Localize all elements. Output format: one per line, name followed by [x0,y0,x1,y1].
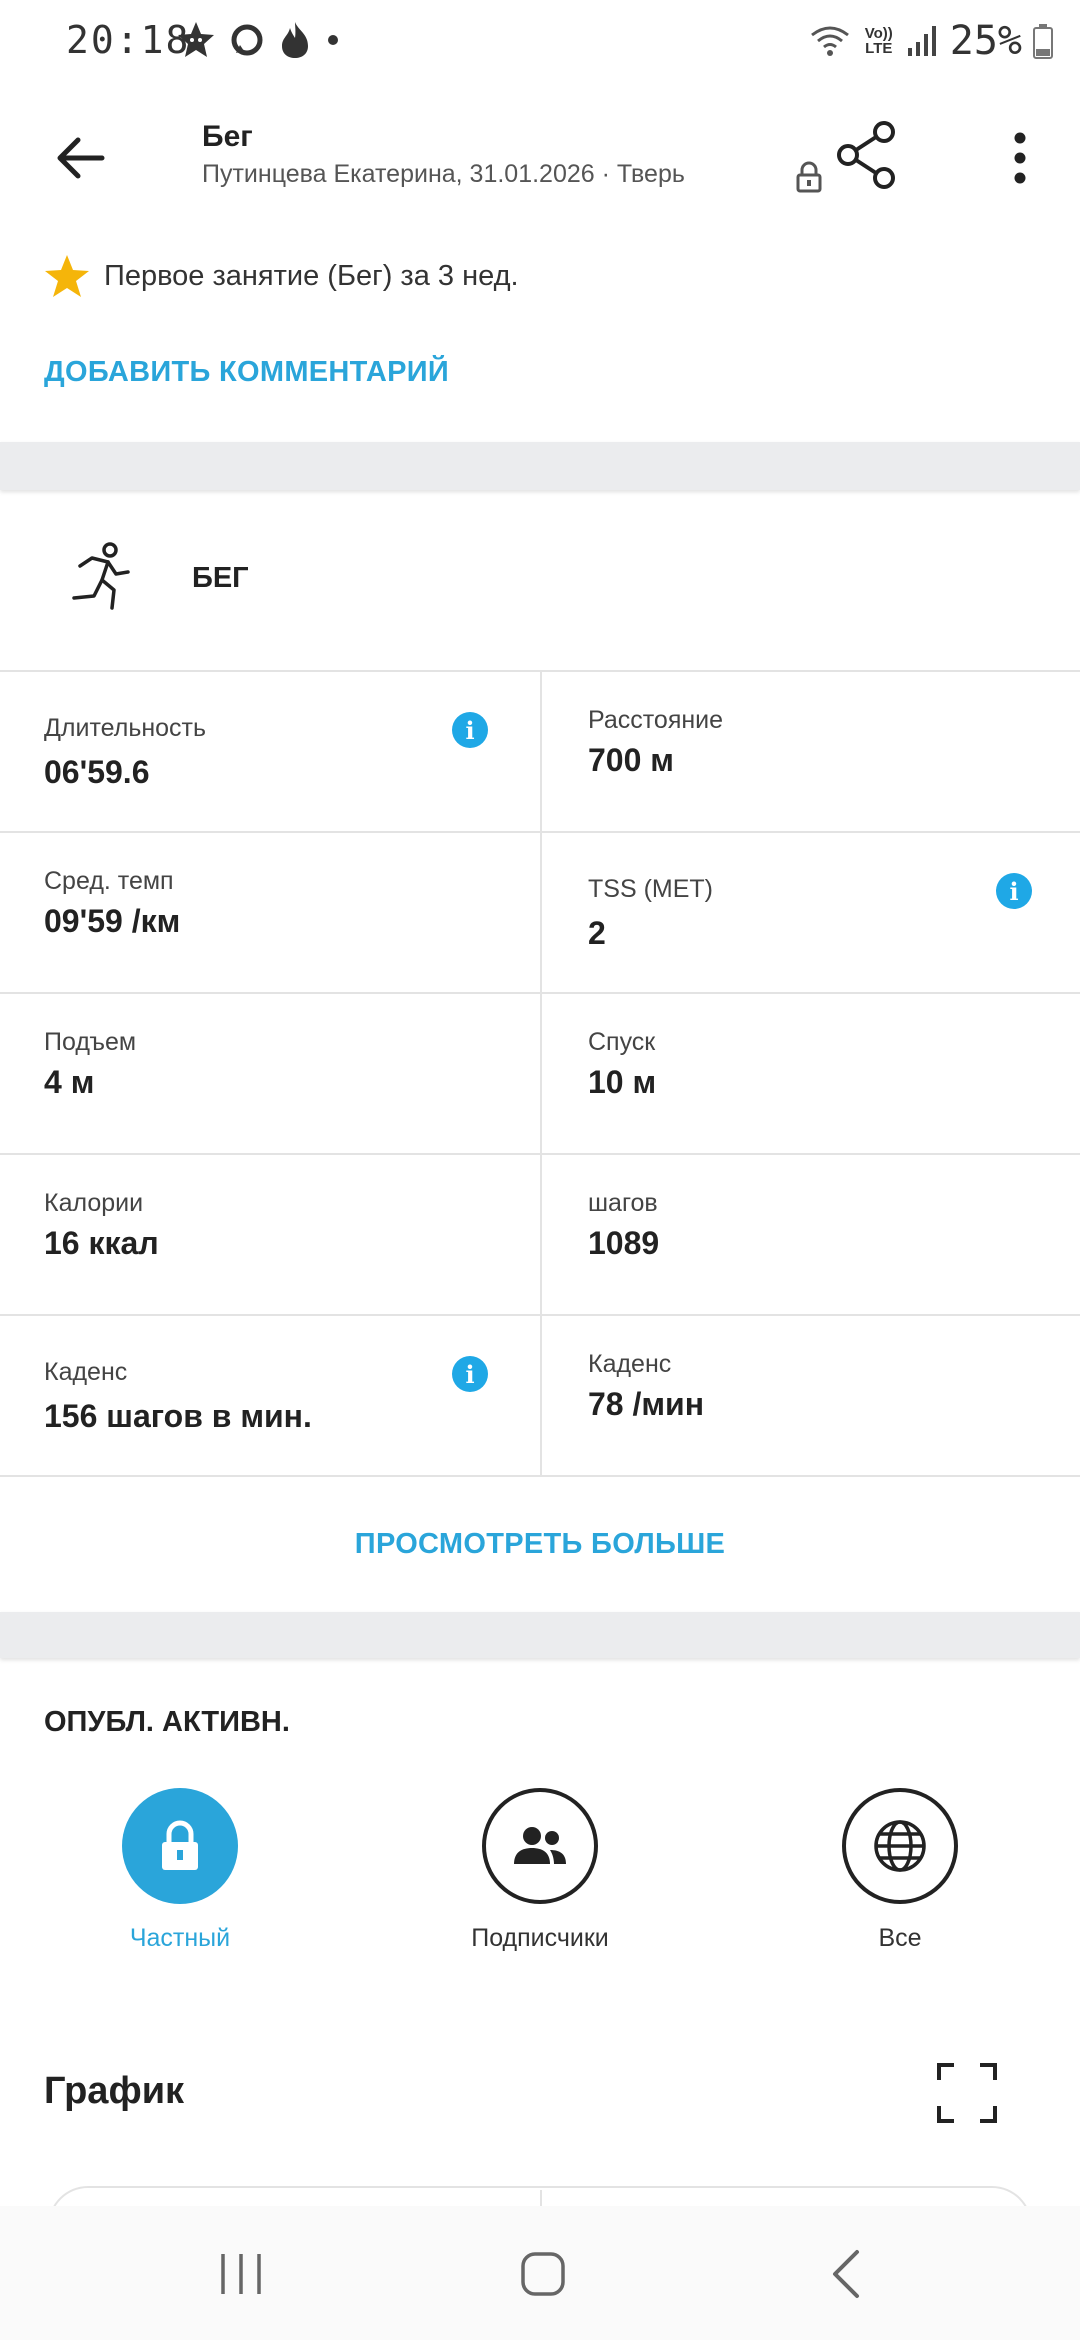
stat-value: 10 м [588,1064,657,1100]
home-button[interactable] [498,2242,588,2306]
flame-icon [282,22,308,58]
stat-value: 78 /мин [588,1386,705,1422]
stat-label: Каденс [44,1358,128,1386]
publish-followers-circle[interactable] [482,1788,598,1904]
publish-option-label: Подписчики [471,1924,609,1952]
back-arrow-icon [57,137,105,179]
stat-steps: шагов 1089 [540,1155,1080,1316]
back-button[interactable] [40,126,120,190]
people-icon [514,1827,566,1864]
app-header: Бег Путинцева Екатерина, 31.01.2026 · Тв… [0,100,1080,220]
stat-label: Сред. темп [44,867,174,895]
notification-icons [176,20,340,60]
section-divider [0,1612,1080,1658]
stat-value: 06'59.6 [44,754,150,790]
stat-cadence-steps: Каденс 156 шагов в мин. i [0,1316,540,1477]
recent-apps-icon [221,2254,261,2294]
stat-descent: Спуск 10 м [540,994,1080,1155]
stat-label: Спуск [588,1028,656,1056]
stat-label: шагов [588,1189,658,1217]
battery-percent: 25% [949,18,1022,64]
signal-icon [907,26,936,56]
stat-label: Каденс [588,1350,672,1378]
stat-label: Длительность [44,714,207,742]
activity-type-row: БЕГ [0,490,1080,672]
stat-value: 4 м [44,1064,95,1100]
publish-option-label: Частный [129,1924,231,1952]
publish-option-label: Все [878,1924,922,1952]
add-comment-button[interactable]: ДОБАВИТЬ КОММЕНТАРИЙ [44,356,449,389]
recent-apps-button[interactable] [196,2242,286,2306]
info-icon[interactable]: i [452,712,488,748]
wifi-icon [810,26,849,56]
stat-label: Калории [44,1189,144,1217]
section-divider [0,442,1080,490]
publish-title: ОПУБЛ. АКТИВН. [44,1706,290,1738]
stat-label: Расстояние [588,706,724,734]
stat-label: TSS (MET) [588,875,713,903]
stat-duration: Длительность 06'59.6 i [0,672,540,833]
battery-icon [1033,24,1053,59]
stat-value: 09'59 /км [44,903,181,939]
more-options-button[interactable] [1000,126,1040,190]
share-button[interactable] [832,120,902,190]
status-bar: 20:18 Vo)) LTE 25% [0,0,1080,84]
network-type: Vo)) LTE [864,25,893,57]
lock-icon [162,1820,198,1870]
achievement-text: Первое занятие (Бег) за 3 нед. [104,259,519,292]
activity-type-label: БЕГ [192,562,249,594]
publish-option-everyone[interactable]: Все [780,1788,1020,1953]
more-vertical-icon [1014,132,1026,184]
stat-value: 700 м [588,742,674,778]
stat-value: 16 ккал [44,1225,159,1261]
home-icon [521,2252,565,2296]
stat-tss: TSS (MET) 2 i [540,833,1080,994]
running-person-icon [72,542,130,610]
app-star-face-icon [178,22,214,57]
stat-calories: Калории 16 ккал [0,1155,540,1316]
dot-icon [328,35,338,45]
system-icons: Vo)) LTE 25% [808,18,1054,64]
fullscreen-icon [937,2063,997,2123]
page-title: Бег [202,120,253,153]
stat-value: 2 [588,915,606,951]
publish-private-circle[interactable] [122,1788,238,1904]
fullscreen-button[interactable] [936,2062,998,2124]
stat-cadence: Каденс 78 /мин [540,1316,1080,1477]
system-nav-bar [0,2206,1080,2340]
page-subtitle: Путинцева Екатерина, 31.01.2026 · Тверь [202,160,685,188]
see-more-button[interactable]: ПРОСМОТРЕТЬ БОЛЬШЕ [0,1478,1080,1610]
chat-bubble-icon [231,24,263,56]
star-icon [45,255,89,297]
stat-label: Подъем [44,1028,137,1056]
lock-icon [796,161,822,193]
share-icon [837,121,895,189]
globe-icon [874,1820,926,1872]
graph-title: График [44,2070,185,2112]
stat-value: 1089 [588,1225,660,1261]
info-icon[interactable]: i [452,1356,488,1392]
stat-value: 156 шагов в мин. [44,1398,312,1434]
publish-option-followers[interactable]: Подписчики [420,1788,660,1953]
achievement-row: Первое занятие (Бег) за 3 нед. [44,254,519,298]
publish-everyone-circle[interactable] [842,1788,958,1904]
stat-distance: Расстояние 700 м [540,672,1080,833]
status-time: 20:18 [66,18,191,62]
stat-avg-pace: Сред. темп 09'59 /км [0,833,540,994]
stat-ascent: Подъем 4 м [0,994,540,1155]
chevron-left-icon [833,2250,859,2298]
system-back-button[interactable] [802,2242,892,2306]
publish-option-private[interactable]: Частный [60,1788,300,1953]
info-icon[interactable]: i [996,873,1032,909]
